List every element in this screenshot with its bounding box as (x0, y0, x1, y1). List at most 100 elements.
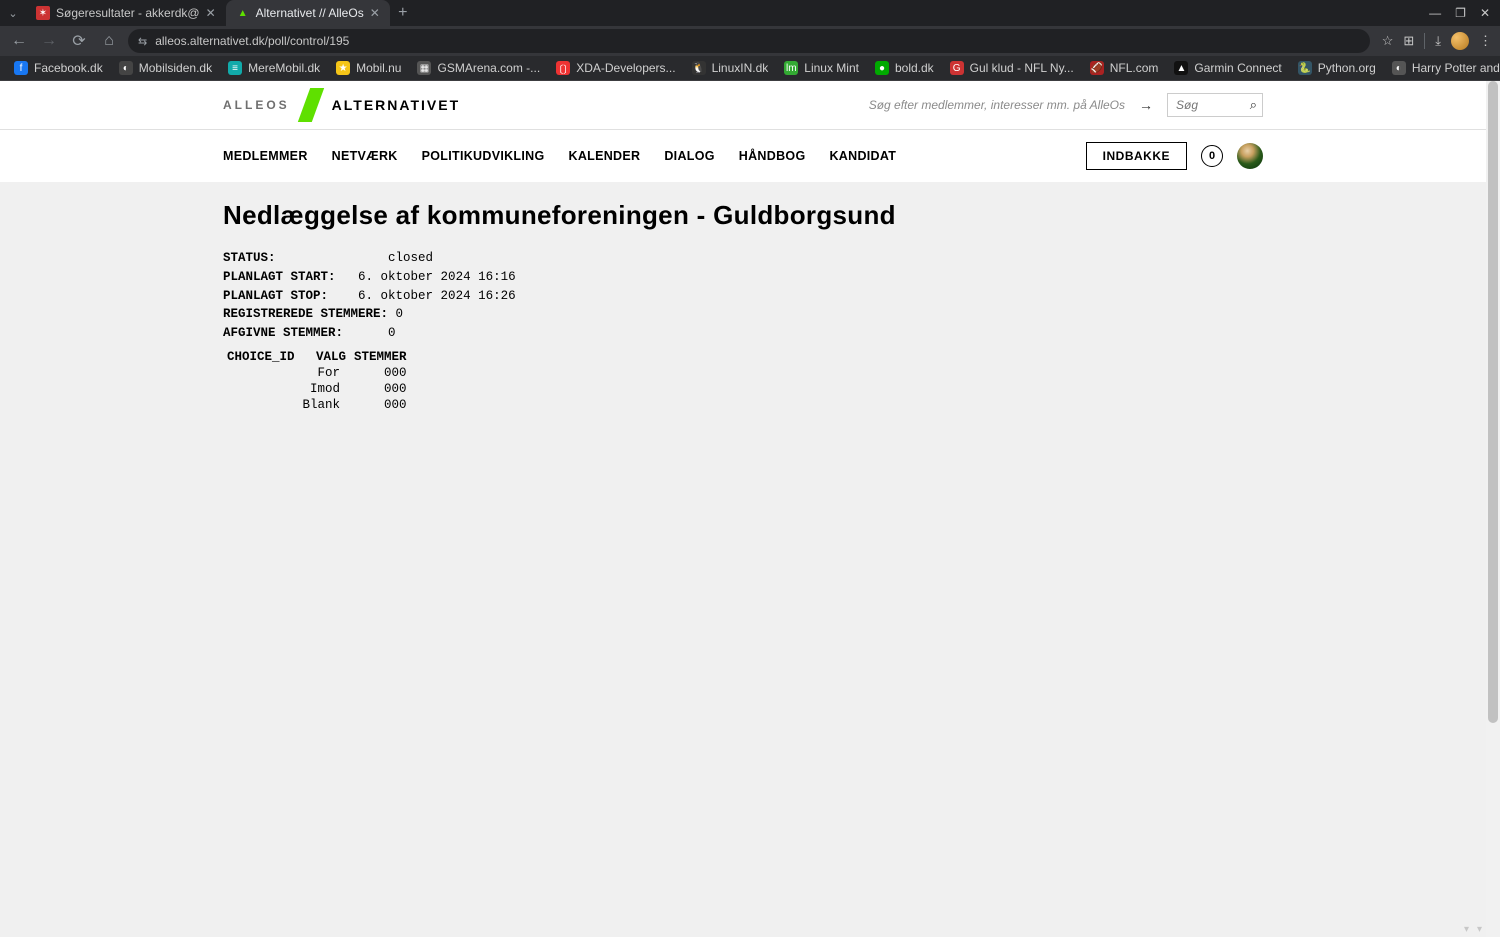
table-row: Imod000 (223, 381, 411, 397)
reload-button[interactable]: ⟳ (68, 30, 90, 52)
bookmark-label: NFL.com (1110, 61, 1159, 75)
table-row: Blank000 (223, 397, 411, 413)
col-valg: VALG (299, 349, 351, 365)
menu-icon[interactable]: ⋮ (1479, 33, 1492, 49)
home-button[interactable]: ⌂ (98, 30, 120, 52)
nav-item[interactable]: MEDLEMMER (223, 149, 308, 163)
new-tab-button[interactable]: + (390, 0, 416, 26)
bookmark-label: LinuxIN.dk (712, 61, 769, 75)
bookmark-item[interactable]: ◐Mobilsiden.dk (113, 58, 218, 78)
primary-nav: MEDLEMMER NETVÆRK POLITIKUDVIKLING KALENDER… (223, 149, 896, 163)
tab-active[interactable]: ▲ Alternativet // AlleOs ✕ (226, 0, 390, 26)
nav-item[interactable]: KANDIDAT (829, 149, 896, 163)
main-area: Nedlæggelse af kommuneforeningen - Guldb… (0, 182, 1486, 882)
search-icon[interactable]: ⌕ (1250, 97, 1257, 113)
address-bar[interactable]: ⇆ alleos.alternativet.dk/poll/control/19… (128, 29, 1370, 53)
favicon-icon: ▲ (236, 6, 250, 20)
search-hint: Søg efter medlemmer, interesser mm. på A… (869, 98, 1125, 112)
extensions-icon[interactable]: ⊞ (1403, 33, 1414, 49)
cell-votes: 000 (350, 365, 411, 381)
site-info-icon[interactable]: ⇆ (138, 35, 147, 48)
tab-group-chevron[interactable]: ⌄ (0, 0, 26, 26)
cell-valg: For (299, 365, 351, 381)
bookmark-favicon-icon: 🐍 (1298, 61, 1312, 75)
bookmark-item[interactable]: 🐧 LinuxIN.dk (686, 58, 775, 78)
bookmark-favicon-icon: ▲ (1174, 61, 1188, 75)
forward-button[interactable]: → (38, 30, 60, 52)
col-choice-id: CHOICE_ID (223, 349, 299, 365)
bookmark-label: GSMArena.com -... (437, 61, 540, 75)
bookmark-label: Linux Mint (804, 61, 859, 75)
poll-results-table: CHOICE_ID VALG STEMMER For000Imod000Blan… (223, 349, 411, 413)
bookmark-item[interactable]: ● bold.dk (869, 58, 940, 78)
site-logo[interactable]: ALLEOS ALTERNATIVET (223, 88, 460, 122)
stop-label: PLANLAGT STOP: (223, 289, 328, 303)
close-icon[interactable]: ✕ (370, 6, 380, 20)
inbox-count-badge[interactable]: 0 (1201, 145, 1223, 167)
bookmark-item[interactable]: fFacebook.dk (8, 58, 109, 78)
bookmark-favicon-icon: ★ (336, 61, 350, 75)
avatar[interactable] (1237, 143, 1263, 169)
bookmarks-bar: fFacebook.dk◐Mobilsiden.dk≡MereMobil.dk★… (0, 56, 1500, 81)
nav-item[interactable]: DIALOG (664, 149, 714, 163)
profile-icon[interactable] (1451, 32, 1469, 50)
tab-title: Søgeresultater - akkerdk@ (56, 6, 200, 20)
url-text: alleos.alternativet.dk/poll/control/195 (155, 34, 349, 48)
bookmark-favicon-icon: ◐ (1392, 61, 1406, 75)
registered-label: REGISTREREDE STEMMERE: (223, 307, 388, 321)
bookmark-favicon-icon: ▦ (417, 61, 431, 75)
status-corner: ▾ ▾ (1460, 922, 1486, 937)
close-window-icon[interactable]: ✕ (1480, 6, 1490, 20)
bookmark-label: Harry Potter and... (1412, 61, 1500, 75)
bookmark-favicon-icon: 🐧 (692, 61, 706, 75)
bookmark-item[interactable]: 🏈 NFL.com (1084, 58, 1165, 78)
browser-titlebar: ⌄ ✶ Søgeresultater - akkerdk@ ✕ ▲ Altern… (0, 0, 1500, 26)
cell-choice-id (223, 397, 299, 413)
nav-item[interactable]: NETVÆRK (332, 149, 398, 163)
bookmark-star-icon[interactable]: ☆ (1382, 33, 1394, 49)
bookmark-item[interactable]: lmLinux Mint (778, 58, 865, 78)
bookmark-item[interactable]: 🐍Python.org (1292, 58, 1382, 78)
favicon-icon: ✶ (36, 6, 50, 20)
bookmark-item[interactable]: 〔〕XDA-Developers... (550, 58, 681, 78)
cast-value: 0 (388, 326, 396, 340)
bookmark-favicon-icon: ● (875, 61, 889, 75)
bookmark-item[interactable]: ◐ Harry Potter and... (1386, 58, 1500, 78)
cell-votes: 000 (350, 381, 411, 397)
scrollbar-thumb[interactable] (1488, 81, 1498, 723)
bookmark-label: MereMobil.dk (248, 61, 320, 75)
cell-choice-id (223, 365, 299, 381)
minimize-icon[interactable]: — (1429, 6, 1441, 20)
cell-valg: Blank (299, 397, 351, 413)
site-header: ALLEOS ALTERNATIVET Søg efter medlemmer,… (0, 81, 1486, 182)
bookmark-item[interactable]: ≡MereMobil.dk (222, 58, 326, 78)
downloads-icon[interactable]: ⤓ (1435, 33, 1441, 49)
bookmark-item[interactable]: ▦ GSMArena.com -... (411, 58, 546, 78)
bookmark-item[interactable]: GGul klud - NFL Ny... (944, 58, 1080, 78)
inbox-button[interactable]: INDBAKKE (1086, 142, 1187, 170)
bookmark-label: Mobil.nu (356, 61, 401, 75)
nav-item[interactable]: KALENDER (569, 149, 641, 163)
search-input[interactable] (1167, 93, 1263, 117)
nav-item[interactable]: HÅNDBOG (739, 149, 806, 163)
bookmark-label: bold.dk (895, 61, 934, 75)
bookmark-label: Facebook.dk (34, 61, 103, 75)
search-box: ⌕ (1167, 93, 1263, 117)
nav-item[interactable]: POLITIKUDVIKLING (422, 149, 545, 163)
tab-title: Alternativet // AlleOs (256, 6, 364, 20)
logo-left-text: ALLEOS (223, 98, 290, 112)
tab-inactive[interactable]: ✶ Søgeresultater - akkerdk@ ✕ (26, 0, 226, 26)
scrollbar-track[interactable] (1486, 81, 1500, 937)
chevron-down-icon[interactable]: ▾ (1464, 924, 1469, 935)
bookmark-item[interactable]: ▲Garmin Connect (1168, 58, 1287, 78)
back-button[interactable]: ← (8, 30, 30, 52)
bookmark-item[interactable]: ★ Mobil.nu (330, 58, 407, 78)
maximize-icon[interactable]: ❐ (1455, 6, 1466, 20)
poll-status-block: STATUS: closed PLANLAGT START: 6. oktobe… (223, 249, 1263, 343)
bookmark-favicon-icon: 🏈 (1090, 61, 1104, 75)
chevron-down-icon[interactable]: ▾ (1477, 924, 1482, 935)
close-icon[interactable]: ✕ (206, 6, 216, 20)
logo-slash-icon (297, 88, 323, 122)
toolbar-actions: ☆ ⊞ ⤓ ⋮ (1378, 32, 1492, 50)
page-content: ALLEOS ALTERNATIVET Søg efter medlemmer,… (0, 81, 1486, 937)
